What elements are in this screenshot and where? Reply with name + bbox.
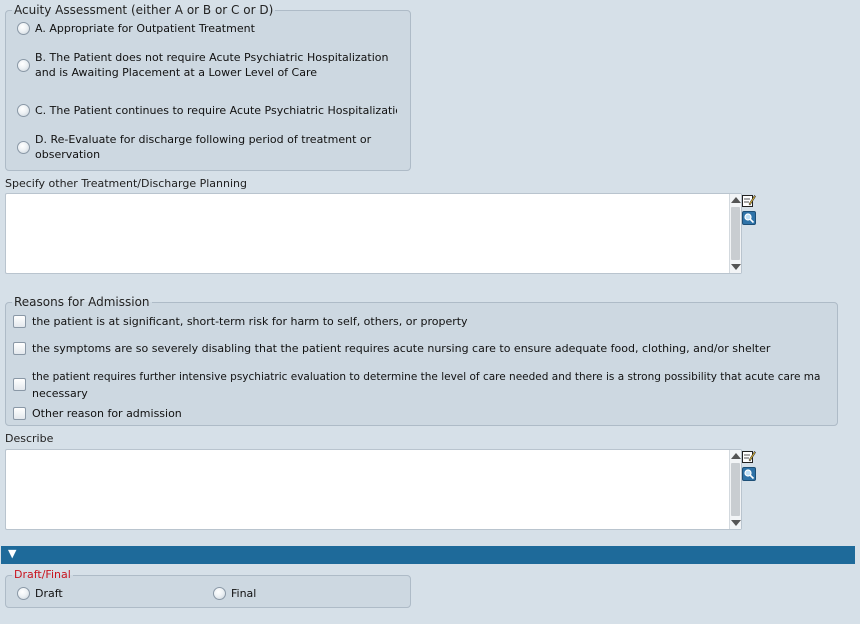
other-planning-edit-icon[interactable] [742, 194, 756, 207]
describe-label: Describe [5, 432, 54, 445]
scroll-down-arrow-icon[interactable] [731, 264, 741, 270]
reason-risk-checkbox[interactable] [13, 315, 26, 328]
reason-disabling-checkbox[interactable] [13, 342, 26, 355]
describe-zoom-icon[interactable] [742, 467, 756, 481]
describe-edit-icon[interactable] [742, 450, 756, 463]
reason-other-label[interactable]: Other reason for admission [32, 406, 182, 421]
draft-radio[interactable] [17, 587, 30, 600]
final-radio[interactable] [213, 587, 226, 600]
collapse-triangle-icon[interactable]: ▼ [8, 547, 16, 560]
scroll-up-arrow-icon[interactable] [731, 453, 741, 459]
acuity-option-b-label-line2[interactable]: and is Awaiting Placement at a Lower Lev… [35, 65, 317, 80]
other-planning-label: Specify other Treatment/Discharge Planni… [5, 177, 247, 190]
final-label[interactable]: Final [231, 586, 256, 601]
reason-risk-label[interactable]: the patient is at significant, short-ter… [32, 314, 468, 329]
acuity-option-c-radio[interactable] [17, 104, 30, 117]
section-collapse-bar[interactable]: ▼ [1, 546, 855, 564]
acuity-option-a-label[interactable]: A. Appropriate for Outpatient Treatment [35, 21, 255, 36]
reason-evaluation-label-line2[interactable]: necessary [32, 386, 88, 401]
acuity-assessment-legend: Acuity Assessment (either A or B or C or… [14, 3, 274, 17]
reason-evaluation-label-line1[interactable]: the patient requires further intensive p… [32, 370, 828, 385]
acuity-option-d-label-line1[interactable]: D. Re-Evaluate for discharge following p… [35, 132, 371, 147]
acuity-option-a-radio[interactable] [17, 22, 30, 35]
other-planning-zoom-icon[interactable] [742, 211, 756, 225]
draft-label[interactable]: Draft [35, 586, 63, 601]
describe-scrollbar[interactable] [729, 450, 741, 529]
reason-disabling-label[interactable]: the symptoms are so severely disabling t… [32, 341, 770, 356]
draft-final-group: Draft/Final [5, 569, 411, 608]
acuity-option-b-radio[interactable] [17, 59, 30, 72]
reason-evaluation-checkbox[interactable] [13, 378, 26, 391]
draft-final-legend: Draft/Final [14, 568, 71, 581]
scroll-thumb[interactable] [731, 207, 740, 260]
acuity-option-d-label-line2[interactable]: observation [35, 147, 100, 162]
other-planning-scrollbar[interactable] [729, 194, 741, 273]
acuity-option-b-label-line1[interactable]: B. The Patient does not require Acute Ps… [35, 50, 389, 65]
scroll-down-arrow-icon[interactable] [731, 520, 741, 526]
acuity-option-c-label[interactable]: C. The Patient continues to require Acut… [35, 103, 397, 118]
scroll-up-arrow-icon[interactable] [731, 197, 741, 203]
acuity-option-d-radio[interactable] [17, 141, 30, 154]
reasons-for-admission-legend: Reasons for Admission [14, 295, 150, 309]
reason-other-checkbox[interactable] [13, 407, 26, 420]
other-planning-textarea[interactable] [5, 193, 742, 274]
describe-textarea[interactable] [5, 449, 742, 530]
scroll-thumb[interactable] [731, 463, 740, 516]
